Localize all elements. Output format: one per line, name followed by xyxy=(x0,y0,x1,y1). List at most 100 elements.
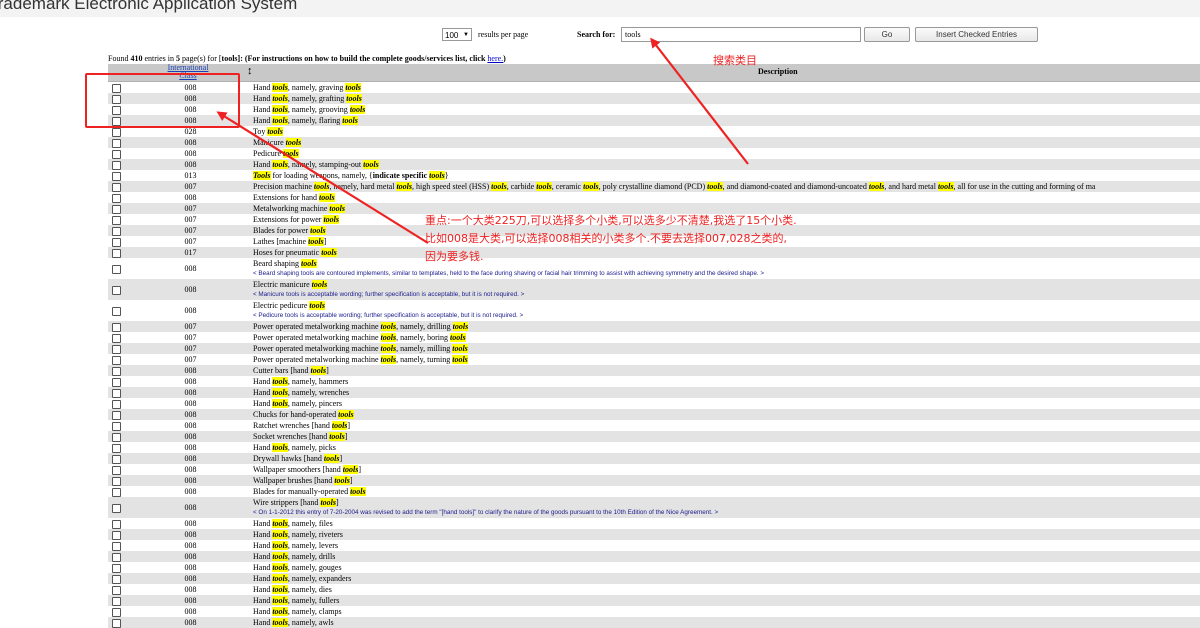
row-class: 008 xyxy=(184,388,197,397)
search-term-highlight: tools xyxy=(429,171,445,180)
row-class: 007 xyxy=(184,226,197,235)
table-row: 007 Power operated metalworking machine t… xyxy=(108,321,1200,332)
row-description: Hand tools, namely, dies xyxy=(253,584,332,595)
per-page-value: 100 xyxy=(445,31,459,40)
description-text: Cutter bars [hand xyxy=(253,366,311,375)
row-checkbox[interactable] xyxy=(112,183,121,192)
row-checkbox[interactable] xyxy=(112,216,121,225)
description-text: Precision machine xyxy=(253,182,314,191)
row-checkbox[interactable] xyxy=(112,265,121,274)
row-class: 008 xyxy=(184,264,197,273)
row-checkbox[interactable] xyxy=(112,323,121,332)
sort-icon[interactable]: ↕ xyxy=(247,65,253,77)
row-checkbox[interactable] xyxy=(112,466,121,475)
row-class: 008 xyxy=(184,465,197,474)
row-class: 008 xyxy=(184,487,197,496)
row-checkbox[interactable] xyxy=(112,345,121,354)
description-text: , namely, stamping-out xyxy=(287,160,364,169)
table-row: 008 Wallpaper brushes [hand tools] xyxy=(108,475,1200,486)
table-header: International Class ↕ Description xyxy=(108,64,1200,82)
description-text: Extensions for hand xyxy=(253,193,319,202)
row-checkbox[interactable] xyxy=(112,411,121,420)
row-checkbox[interactable] xyxy=(112,389,121,398)
search-term-highlight: tools xyxy=(491,182,507,191)
row-checkbox[interactable] xyxy=(112,172,121,181)
search-term-highlight: tools xyxy=(363,160,379,169)
table-row: 008 Hand tools, namely, pincers xyxy=(108,398,1200,409)
row-class: 013 xyxy=(184,171,197,180)
description-text: , namely, grooving xyxy=(287,105,350,114)
search-term-highlight: tools xyxy=(272,94,288,103)
row-class: 007 xyxy=(184,344,197,353)
instructions-link[interactable]: here. xyxy=(487,54,503,63)
insert-checked-entries-button[interactable]: Insert Checked Entries xyxy=(915,27,1038,42)
row-checkbox[interactable] xyxy=(112,455,121,464)
row-checkbox[interactable] xyxy=(112,564,121,573)
row-checkbox[interactable] xyxy=(112,488,121,497)
row-checkbox[interactable] xyxy=(112,400,121,409)
description-text: Socket wrenches [hand xyxy=(253,432,330,441)
row-checkbox[interactable] xyxy=(112,227,121,236)
row-description: Metalworking machine tools xyxy=(253,203,345,214)
row-checkbox[interactable] xyxy=(112,553,121,562)
row-checkbox[interactable] xyxy=(112,531,121,540)
search-term-highlight: tools xyxy=(285,138,302,147)
search-term-highlight: tools xyxy=(342,465,359,474)
search-term-highlight: tools xyxy=(272,160,288,169)
row-description: Hand tools, namely, expanders xyxy=(253,573,351,584)
description-text: Hand xyxy=(253,83,273,92)
description-text: , namely, pincers xyxy=(287,399,343,408)
table-row: 008 Hand tools, namely, dies xyxy=(108,584,1200,595)
row-checkbox[interactable] xyxy=(112,433,121,442)
search-term-highlight: tools xyxy=(272,399,288,408)
found-suffix: ) xyxy=(503,54,506,63)
row-checkbox[interactable] xyxy=(112,356,121,365)
search-term-highlight: tools xyxy=(334,476,350,485)
row-checkbox[interactable] xyxy=(112,249,121,258)
search-term-highlight: tools xyxy=(272,574,288,583)
row-checkbox[interactable] xyxy=(112,504,121,513)
row-checkbox[interactable] xyxy=(112,608,121,617)
go-button[interactable]: Go xyxy=(864,27,910,42)
description-text: Hand xyxy=(253,116,273,125)
search-input[interactable]: tools xyxy=(621,27,861,42)
row-description: Hand tools, namely, graving tools xyxy=(253,82,361,93)
row-checkbox[interactable] xyxy=(112,367,121,376)
row-checkbox[interactable] xyxy=(112,520,121,529)
row-checkbox[interactable] xyxy=(112,128,121,137)
row-checkbox[interactable] xyxy=(112,444,121,453)
row-checkbox[interactable] xyxy=(112,422,121,431)
row-checkbox[interactable] xyxy=(112,139,121,148)
row-checkbox[interactable] xyxy=(112,378,121,387)
row-checkbox[interactable] xyxy=(112,597,121,606)
row-checkbox[interactable] xyxy=(112,575,121,584)
row-checkbox[interactable] xyxy=(112,334,121,343)
description-text: ] xyxy=(349,476,353,485)
row-checkbox[interactable] xyxy=(112,586,121,595)
description-text: Toy xyxy=(253,127,268,136)
table-row: 007 Power operated metalworking machine t… xyxy=(108,343,1200,354)
table-row: 008 Hand tools, namely, riveters xyxy=(108,529,1200,540)
table-row: 008 Hand tools, namely, picks xyxy=(108,442,1200,453)
row-class: 008 xyxy=(184,160,197,169)
row-checkbox[interactable] xyxy=(112,161,121,170)
row-checkbox[interactable] xyxy=(112,194,121,203)
search-term-highlight: tools xyxy=(319,193,335,202)
row-description: Hand tools, namely, levers xyxy=(253,540,338,551)
annotation-key-note-line-3: 因为要多钱. xyxy=(425,250,484,263)
row-checkbox[interactable] xyxy=(112,619,121,628)
search-term-highlight: tools xyxy=(329,204,345,213)
row-checkbox[interactable] xyxy=(112,307,121,316)
search-term-highlight: tools xyxy=(272,552,288,561)
row-class: 008 xyxy=(184,503,197,512)
description-text: Power operated metalworking machine xyxy=(253,344,381,353)
results-per-page-select[interactable]: 100 ▼ xyxy=(442,28,472,41)
row-checkbox[interactable] xyxy=(112,205,121,214)
row-checkbox[interactable] xyxy=(112,286,121,295)
row-checkbox[interactable] xyxy=(112,238,121,247)
row-checkbox[interactable] xyxy=(112,150,121,159)
row-checkbox[interactable] xyxy=(112,477,121,486)
row-description: Cutter bars [hand tools] xyxy=(253,365,329,376)
description-text: Hand xyxy=(253,399,273,408)
row-checkbox[interactable] xyxy=(112,542,121,551)
